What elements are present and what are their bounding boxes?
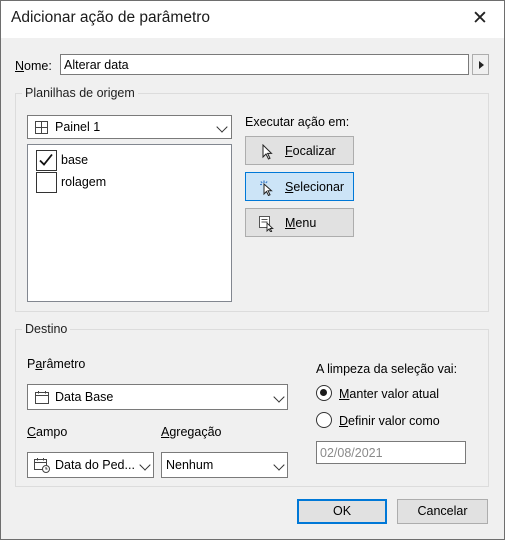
select-label-rest: elecionar [293,180,345,194]
dashboard-select-value: Painel 1 [55,120,101,134]
name-label-rest: ome: [24,59,52,73]
name-label-mnemonic: N [15,59,25,73]
menu-action-label: Menu [285,216,316,231]
sheet-checkbox-base[interactable] [36,150,57,171]
ok-button[interactable]: OK [297,499,387,524]
aggregation-select[interactable]: Nenhum [161,452,288,478]
hover-mnemonic: F [285,144,293,158]
sheet-label-base: base [61,153,89,167]
select-cursor-icon [260,180,273,196]
pointer-icon [262,144,273,160]
select-action-button[interactable]: Selecionar [245,172,354,201]
field-select[interactable]: Data do Ped... [27,452,154,478]
menu-mnemonic: M [285,216,296,230]
run-action-label: Executar ação em: [245,115,350,129]
name-label: Nome: [15,58,52,74]
calendar-icon [35,391,49,404]
field-select-value: Data do Ped... [55,458,135,472]
chevron-down-icon [273,391,285,403]
field-label-rest: ampo [36,425,68,439]
dashboard-icon [35,121,48,134]
chevron-down-icon [216,121,228,133]
hover-action-label: Focalizar [285,144,336,159]
field-mnemonic: C [27,425,37,439]
menu-label-rest: enu [295,216,317,230]
hover-action-button[interactable]: Focalizar [245,136,354,165]
parameter-label-rest: râmetro [42,357,86,371]
date-field-icon [34,458,50,473]
aggregation-label-rest: gregação [169,425,222,439]
set-value-radio[interactable] [316,412,332,428]
checkmark-icon [39,153,53,166]
close-icon[interactable]: ✕ [466,6,494,32]
source-sheets-list: base rolagem [27,144,232,302]
keep-value-radio[interactable] [316,385,332,401]
parameter-select-value: Data Base [55,390,114,404]
set-value-label: Definir valor como [339,413,440,429]
menu-action-button[interactable]: Menu [245,208,354,237]
select-action-label: Selecionar [285,180,344,195]
insert-field-arrow-button[interactable] [472,54,489,75]
field-label: Campo [27,424,67,440]
sheet-label-rolagem: rolagem [61,175,107,189]
target-legend: Destino [22,322,71,337]
hover-label-rest: ocalizar [292,144,336,158]
chevron-down-icon [273,459,285,471]
chevron-down-icon [139,459,151,471]
source-sheets-legend: Planilhas de origem [22,86,138,101]
sheet-checkbox-rolagem[interactable] [36,172,57,193]
menu-icon [259,216,274,232]
parameter-select[interactable]: Data Base [27,384,288,410]
parameter-label: Parâmetro [27,356,85,372]
clear-selection-label: A limpeza da seleção vai: [316,362,458,376]
name-input[interactable] [60,54,469,75]
keep-value-label-rest: anter valor atual [349,387,440,401]
aggregation-label: Agregação [161,424,221,440]
keep-value-mnemonic: M [339,387,350,401]
aggregation-select-value: Nenhum [166,458,214,472]
dialog-title: Adicionar ação de parâmetro [11,9,211,26]
set-value-label-rest: efinir valor como [348,414,440,428]
dashboard-select[interactable]: Painel 1 [27,115,232,139]
cancel-button[interactable]: Cancelar [397,499,488,524]
keep-value-label: Manter valor atual [339,386,439,402]
set-value-mnemonic: D [339,414,349,428]
clear-value-input[interactable] [316,441,466,464]
